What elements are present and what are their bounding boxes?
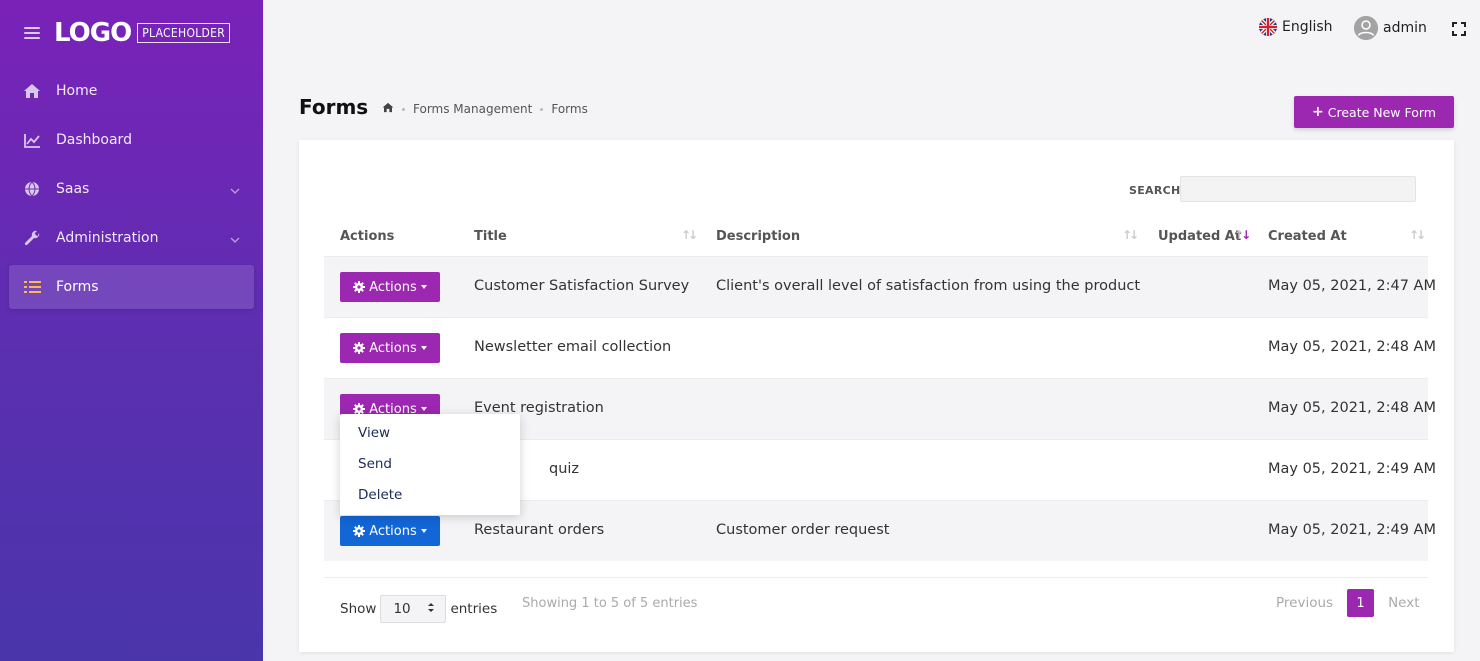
caret-down-icon — [420, 346, 427, 350]
breadcrumb-separator — [540, 107, 544, 111]
user-menu[interactable]: admin — [1354, 16, 1427, 40]
column-header-title[interactable]: Title — [474, 229, 507, 244]
plus-icon: + — [1312, 104, 1324, 120]
column-header-actions: Actions — [340, 229, 395, 244]
cell-title: Customer Satisfaction Survey — [474, 278, 690, 294]
cell-created-at: May 05, 2021, 2:47 AM — [1268, 278, 1436, 294]
actions-button[interactable]: Actions — [340, 516, 440, 546]
pagination-page-1[interactable]: 1 — [1347, 589, 1375, 617]
table-row: Actions Customer Satisfaction Survey Cli… — [324, 256, 1436, 317]
logo-sub-text: PLACEHOLDER — [137, 23, 231, 43]
pagination-previous[interactable]: Previous — [1276, 595, 1333, 611]
sidebar-header: LOGO PLACEHOLDER — [0, 0, 263, 66]
caret-down-icon — [420, 285, 427, 289]
menu-item-send[interactable]: Send — [358, 456, 392, 472]
table-row: Actions Newsletter email collection May … — [324, 317, 1436, 378]
avatar — [1354, 16, 1378, 40]
table-footer-divider — [324, 577, 1428, 578]
chart-icon — [23, 131, 41, 149]
sidebar: LOGO PLACEHOLDER Home Dashboard Saas Adm… — [0, 0, 263, 661]
breadcrumb-item[interactable]: Forms Management — [413, 102, 532, 116]
entries-length-control: Show 10 entries — [340, 595, 497, 623]
sidebar-item-label: Dashboard — [56, 132, 132, 148]
actions-label: Actions — [369, 279, 417, 295]
column-header-created-at[interactable]: Created At — [1268, 229, 1347, 244]
sort-desc-icon[interactable]: ↑↓ — [1234, 228, 1251, 242]
cell-title: quiz — [549, 461, 580, 477]
list-icon — [23, 278, 41, 296]
column-header-description[interactable]: Description — [716, 229, 800, 244]
language-label: English — [1282, 19, 1333, 35]
cell-description: Client's overall level of satisfaction f… — [716, 278, 1141, 294]
cell-created-at: May 05, 2021, 2:48 AM — [1268, 339, 1436, 355]
language-selector[interactable]: English — [1259, 18, 1333, 36]
select-arrows-icon — [427, 601, 435, 617]
sort-icon[interactable]: ↑↓ — [1122, 228, 1139, 242]
sidebar-item-saas[interactable]: Saas — [9, 167, 254, 211]
actions-button[interactable]: Actions — [340, 272, 440, 302]
cell-created-at: May 05, 2021, 2:49 AM — [1268, 461, 1436, 477]
home-icon[interactable] — [382, 102, 394, 116]
chevron-down-icon — [230, 182, 240, 198]
actions-button[interactable]: Actions — [340, 333, 440, 363]
cell-title: Restaurant orders — [474, 522, 605, 538]
logo[interactable]: LOGO PLACEHOLDER — [54, 18, 231, 48]
globe-icon — [23, 180, 41, 198]
sidebar-item-label: Saas — [56, 181, 90, 197]
sidebar-item-home[interactable]: Home — [9, 69, 254, 113]
sidebar-item-dashboard[interactable]: Dashboard — [9, 118, 254, 162]
breadcrumb: Forms Management Forms — [382, 102, 588, 116]
sidebar-item-label: Forms — [56, 279, 99, 295]
menu-toggle-icon[interactable] — [24, 27, 40, 39]
cell-created-at: May 05, 2021, 2:48 AM — [1268, 400, 1436, 416]
sidebar-nav: Home Dashboard Saas Administration Forms — [0, 69, 263, 309]
gear-icon — [353, 342, 366, 354]
actions-dropdown-menu: View Send Delete — [340, 414, 520, 515]
sidebar-item-label: Home — [56, 83, 98, 99]
pagination-next[interactable]: Next — [1388, 595, 1419, 611]
entries-value: 10 — [393, 601, 411, 617]
breadcrumb-separator — [402, 107, 405, 111]
sidebar-item-label: Administration — [56, 230, 159, 246]
search-label: SEARCH — [1129, 184, 1181, 197]
sidebar-item-administration[interactable]: Administration — [9, 216, 254, 260]
username: admin — [1383, 20, 1427, 36]
menu-item-view[interactable]: View — [358, 425, 390, 441]
caret-down-icon — [420, 529, 427, 533]
forms-card: SEARCH Actions Title ↑↓ Description ↑↓ U… — [299, 140, 1454, 652]
cell-title: Newsletter email collection — [474, 339, 672, 355]
sort-icon[interactable]: ↑↓ — [681, 228, 698, 242]
actions-label: Actions — [369, 340, 417, 356]
gear-icon — [353, 281, 366, 293]
uk-flag-icon — [1259, 18, 1277, 36]
sidebar-item-forms[interactable]: Forms — [9, 265, 254, 309]
caret-down-icon — [420, 407, 427, 411]
fullscreen-icon[interactable] — [1452, 21, 1466, 40]
entries-label: entries — [450, 601, 498, 617]
table-info: Showing 1 to 5 of 5 entries — [522, 596, 698, 611]
wrench-icon — [23, 229, 41, 247]
table-header: Actions Title ↑↓ Description ↑↓ Updated … — [324, 220, 1428, 256]
topbar: English admin — [263, 0, 1480, 56]
home-icon — [23, 82, 41, 100]
actions-label: Actions — [369, 523, 417, 539]
pagination: Previous 1 Next — [1276, 589, 1420, 617]
breadcrumb-item: Forms — [551, 102, 588, 116]
cell-created-at: May 05, 2021, 2:49 AM — [1268, 522, 1436, 538]
cell-description: Customer order request — [716, 522, 890, 538]
chevron-down-icon — [230, 231, 240, 247]
gear-icon — [353, 525, 366, 537]
create-new-form-button[interactable]: + Create New Form — [1294, 96, 1454, 128]
logo-main-text: LOGO — [54, 18, 132, 48]
entries-select[interactable]: 10 — [380, 595, 447, 623]
sort-icon[interactable]: ↑↓ — [1409, 228, 1426, 242]
column-header-updated-at[interactable]: Updated At — [1158, 229, 1241, 244]
search-input[interactable] — [1180, 176, 1416, 202]
create-button-label: Create New Form — [1327, 104, 1436, 120]
menu-item-delete[interactable]: Delete — [358, 487, 402, 503]
show-label: Show — [340, 601, 377, 617]
page-title: Forms — [299, 95, 369, 119]
